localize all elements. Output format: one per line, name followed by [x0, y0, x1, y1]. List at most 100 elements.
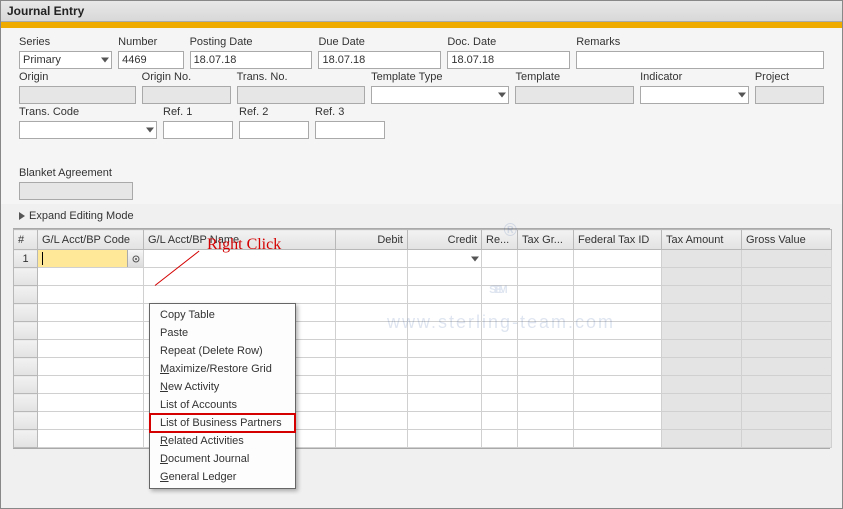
cell-re[interactable] [482, 412, 518, 430]
col-taxamt[interactable]: Tax Amount [662, 230, 742, 250]
cell-code[interactable] [38, 286, 144, 304]
table-row[interactable] [14, 286, 832, 304]
row-number-cell[interactable] [14, 358, 38, 376]
cell-taxamt[interactable] [662, 340, 742, 358]
cell-taxgr[interactable] [518, 250, 574, 268]
cell-code[interactable] [38, 376, 144, 394]
row-number-cell[interactable] [14, 268, 38, 286]
cell-credit[interactable] [408, 394, 482, 412]
row-number-cell[interactable]: 1 [14, 250, 38, 268]
table-row[interactable] [14, 394, 832, 412]
col-re[interactable]: Re... [482, 230, 518, 250]
ref3-input[interactable] [315, 121, 385, 139]
cell-taxamt[interactable] [662, 250, 742, 268]
number-input[interactable]: 4469 [118, 51, 183, 69]
cell-debit[interactable] [336, 358, 408, 376]
cell-credit[interactable] [408, 268, 482, 286]
table-row[interactable]: 1 [14, 250, 832, 268]
choose-from-list-icon[interactable] [127, 250, 143, 267]
col-code[interactable]: G/L Acct/BP Code [38, 230, 144, 250]
cell-credit[interactable] [408, 430, 482, 448]
table-row[interactable] [14, 358, 832, 376]
cell-code[interactable] [38, 412, 144, 430]
cell-taxamt[interactable] [662, 268, 742, 286]
cell-debit[interactable] [336, 430, 408, 448]
context-menu-item[interactable]: Document Journal [150, 450, 295, 468]
cell-fedtax[interactable] [574, 376, 662, 394]
cell-taxamt[interactable] [662, 394, 742, 412]
cell-credit[interactable] [408, 358, 482, 376]
cell-gross[interactable] [742, 286, 832, 304]
context-menu-item[interactable]: Related Activities [150, 432, 295, 450]
cell-taxgr[interactable] [518, 268, 574, 286]
cell-taxgr[interactable] [518, 322, 574, 340]
cell-credit[interactable] [408, 304, 482, 322]
cell-fedtax[interactable] [574, 340, 662, 358]
cell-code[interactable] [38, 322, 144, 340]
cell-debit[interactable] [336, 340, 408, 358]
cell-re[interactable] [482, 430, 518, 448]
context-menu-item[interactable]: Repeat (Delete Row) [150, 342, 295, 360]
row-number-cell[interactable] [14, 412, 38, 430]
cell-gross[interactable] [742, 250, 832, 268]
template-type-select[interactable] [371, 86, 509, 104]
row-number-cell[interactable] [14, 304, 38, 322]
table-row[interactable] [14, 268, 832, 286]
cell-debit[interactable] [336, 394, 408, 412]
expand-editing-mode-toggle[interactable]: Expand Editing Mode [1, 204, 842, 226]
cell-gross[interactable] [742, 268, 832, 286]
cell-fedtax[interactable] [574, 286, 662, 304]
cell-debit[interactable] [336, 286, 408, 304]
context-menu-item[interactable]: Maximize/Restore Grid [150, 360, 295, 378]
cell-debit[interactable] [336, 376, 408, 394]
row-number-cell[interactable] [14, 286, 38, 304]
cell-taxamt[interactable] [662, 430, 742, 448]
cell-credit[interactable] [408, 376, 482, 394]
cell-taxgr[interactable] [518, 304, 574, 322]
cell-code[interactable] [38, 250, 144, 268]
table-row[interactable] [14, 430, 832, 448]
cell-taxgr[interactable] [518, 412, 574, 430]
cell-fedtax[interactable] [574, 304, 662, 322]
cell-taxamt[interactable] [662, 412, 742, 430]
cell-gross[interactable] [742, 430, 832, 448]
context-menu-item[interactable]: Paste [150, 324, 295, 342]
row-number-cell[interactable] [14, 376, 38, 394]
cell-fedtax[interactable] [574, 412, 662, 430]
cell-re[interactable] [482, 286, 518, 304]
cell-re[interactable] [482, 358, 518, 376]
cell-credit[interactable] [408, 322, 482, 340]
context-menu-item[interactable]: Copy Table [150, 306, 295, 324]
remarks-input[interactable] [576, 51, 824, 69]
row-number-cell[interactable] [14, 394, 38, 412]
cell-gross[interactable] [742, 304, 832, 322]
cell-fedtax[interactable] [574, 250, 662, 268]
cell-taxgr[interactable] [518, 358, 574, 376]
context-menu-item[interactable]: List of Accounts [150, 396, 295, 414]
table-row[interactable] [14, 412, 832, 430]
ref2-input[interactable] [239, 121, 309, 139]
cell-re[interactable] [482, 340, 518, 358]
cell-debit[interactable] [336, 304, 408, 322]
col-taxgr[interactable]: Tax Gr... [518, 230, 574, 250]
cell-gross[interactable] [742, 322, 832, 340]
table-row[interactable] [14, 304, 832, 322]
cell-taxamt[interactable] [662, 286, 742, 304]
doc-date-input[interactable]: 18.07.18 [447, 51, 570, 69]
cell-name[interactable] [144, 286, 336, 304]
cell-re[interactable] [482, 268, 518, 286]
chevron-down-icon[interactable] [471, 256, 479, 261]
cell-taxamt[interactable] [662, 376, 742, 394]
ref1-input[interactable] [163, 121, 233, 139]
cell-code[interactable] [38, 268, 144, 286]
col-credit[interactable]: Credit [408, 230, 482, 250]
col-fedtax[interactable]: Federal Tax ID [574, 230, 662, 250]
posting-date-input[interactable]: 18.07.18 [190, 51, 313, 69]
cell-fedtax[interactable] [574, 430, 662, 448]
table-row[interactable] [14, 340, 832, 358]
cell-code[interactable] [38, 358, 144, 376]
cell-re[interactable] [482, 304, 518, 322]
cell-taxamt[interactable] [662, 322, 742, 340]
cell-fedtax[interactable] [574, 268, 662, 286]
trans-code-select[interactable] [19, 121, 157, 139]
